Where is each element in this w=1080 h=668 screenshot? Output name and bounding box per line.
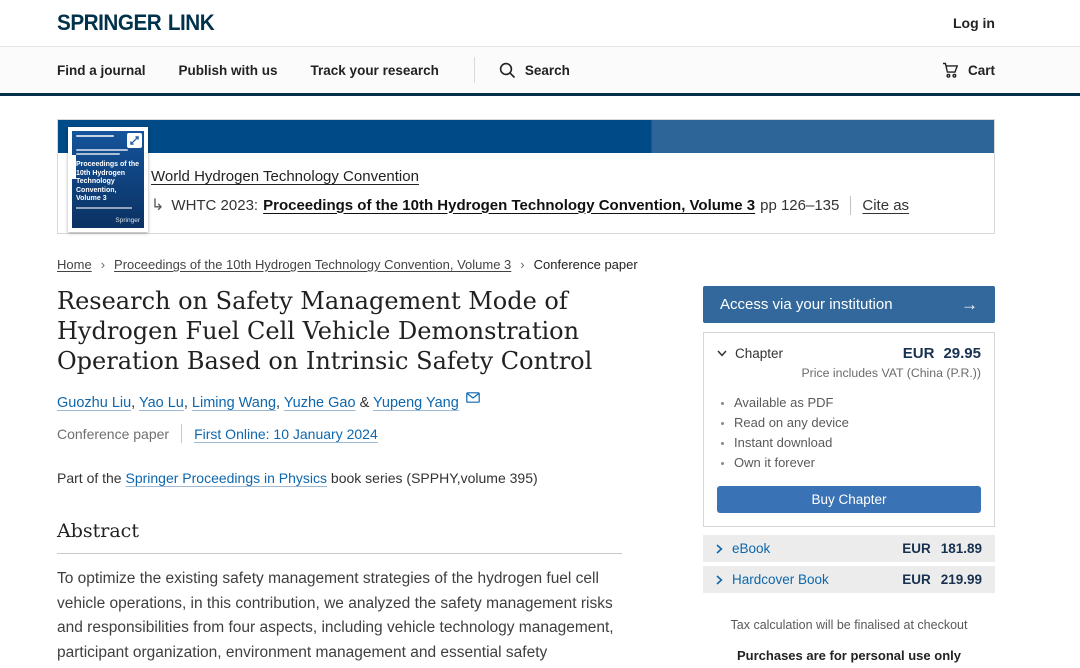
article-column: Research on Safety Management Mode of Hy… <box>57 286 622 668</box>
first-online-link[interactable]: First Online: 10 January 2024 <box>194 426 378 442</box>
nav-find-a-journal[interactable]: Find a journal <box>57 63 146 78</box>
book-cover-art: Proceedings of the 10th Hydrogen Technol… <box>72 131 144 228</box>
nav-divider <box>474 57 475 83</box>
chevron-down-icon <box>717 350 727 357</box>
chapter-amount: 29.95 <box>943 345 981 362</box>
cite-as-link[interactable]: Cite as <box>862 197 909 214</box>
abstract-rule <box>57 553 622 554</box>
cover-title: Proceedings of the 10th Hydrogen Technol… <box>76 161 140 204</box>
book-series-line: Part of the Springer Proceedings in Phys… <box>57 470 622 486</box>
logo-link: LINK <box>168 10 214 35</box>
hardcover-price: EUR 219.99 <box>902 572 982 587</box>
expand-cover-icon[interactable] <box>127 133 142 148</box>
author-link[interactable]: Yuzhe Gao <box>284 395 356 411</box>
search-button[interactable]: Search <box>499 62 570 79</box>
page-range: pp 126–135 <box>760 197 839 214</box>
hardcover-label: Hardcover Book <box>732 572 829 587</box>
tax-note: Tax calculation will be finalised at che… <box>703 618 995 632</box>
right-arrow-icon: → <box>961 295 978 315</box>
breadcrumb-chevron-icon: › <box>520 257 524 272</box>
nav-track-your-research[interactable]: Track your research <box>311 63 439 78</box>
paper-type-label: Conference paper <box>57 426 169 442</box>
cover-publisher: Springer <box>72 217 140 224</box>
hardcover-amount: 219.99 <box>941 572 982 587</box>
feature-item: Own it forever <box>734 453 981 473</box>
breadcrumb-book[interactable]: Proceedings of the 10th Hydrogen Technol… <box>114 257 511 272</box>
buy-chapter-button[interactable]: Buy Chapter <box>717 486 981 513</box>
hardcover-row[interactable]: Hardcover Book EUR 219.99 <box>703 566 995 593</box>
hardcover-currency: EUR <box>902 572 931 587</box>
chevron-right-icon <box>716 544 723 554</box>
series-prefix: Part of the <box>57 470 125 486</box>
chapter-features: Available as PDF Read on any device Inst… <box>734 393 981 473</box>
ebook-amount: 181.89 <box>941 541 982 556</box>
chapter-currency: EUR <box>903 345 935 362</box>
article-meta: Conference paper First Online: 10 Januar… <box>57 424 622 443</box>
email-icon[interactable] <box>462 391 480 407</box>
cover-spine-notch <box>72 155 76 179</box>
top-bar: SPRINGER LINK Log in <box>0 0 1080 47</box>
search-icon <box>499 62 516 79</box>
access-institution-button[interactable]: Access via your institution → <box>703 286 995 323</box>
logo-springer: SPRINGER <box>57 10 161 35</box>
breadcrumb-current: Conference paper <box>534 257 638 272</box>
series-suffix: book series (SPPHY,volume 395) <box>327 470 538 486</box>
breadcrumb-chevron-icon: › <box>101 257 105 272</box>
feature-item: Instant download <box>734 433 981 453</box>
ebook-label: eBook <box>732 541 770 556</box>
nav-publish-with-us[interactable]: Publish with us <box>179 63 278 78</box>
personal-use-note: Purchases are for personal use only <box>703 648 995 663</box>
chapter-price: EUR 29.95 <box>903 345 981 362</box>
author-link[interactable]: Yupeng Yang <box>373 395 459 411</box>
access-institution-label: Access via your institution <box>720 296 893 313</box>
conference-prefix: WHTC 2023: <box>171 197 258 214</box>
series-link[interactable]: World Hydrogen Technology Convention <box>151 168 419 185</box>
purchase-sidebar: Access via your institution → Chapter EU… <box>703 286 995 668</box>
chapter-purchase-card: Chapter EUR 29.95 Price includes VAT (Chi… <box>703 332 995 527</box>
cart-button[interactable]: Cart <box>942 62 995 79</box>
chapter-label: Chapter <box>735 346 783 361</box>
article-title: Research on Safety Management Mode of Hy… <box>57 286 617 376</box>
abstract-text: To optimize the existing safety manageme… <box>57 567 622 668</box>
banner-blue-strip <box>58 120 994 153</box>
abstract-heading: Abstract <box>57 520 622 542</box>
feature-item: Available as PDF <box>734 393 981 413</box>
book-banner: Proceedings of the 10th Hydrogen Technol… <box>57 119 995 234</box>
book-series-link[interactable]: Springer Proceedings in Physics <box>125 470 327 486</box>
cart-label: Cart <box>968 63 995 78</box>
breadcrumb: Home › Proceedings of the 10th Hydrogen … <box>57 257 1080 272</box>
ebook-row[interactable]: eBook EUR 181.89 <box>703 535 995 562</box>
feature-item: Read on any device <box>734 413 981 433</box>
main-nav: Find a journal Publish with us Track you… <box>0 47 1080 96</box>
search-label: Search <box>525 63 570 78</box>
book-cover-thumbnail[interactable]: Proceedings of the 10th Hydrogen Technol… <box>68 127 148 232</box>
login-link[interactable]: Log in <box>953 15 995 31</box>
chapter-collapse-toggle[interactable]: Chapter <box>717 345 783 362</box>
author-link[interactable]: Guozhu Liu <box>57 395 131 411</box>
proceedings-book-link[interactable]: Proceedings of the 10th Hydrogen Technol… <box>263 197 755 214</box>
cart-icon <box>942 62 960 79</box>
ebook-currency: EUR <box>902 541 931 556</box>
springerlink-logo[interactable]: SPRINGER LINK <box>57 10 214 36</box>
meta-divider <box>181 424 182 443</box>
author-link[interactable]: Yao Lu <box>139 395 184 411</box>
breadcrumb-home[interactable]: Home <box>57 257 92 272</box>
cover-subtitle-bar <box>76 207 132 209</box>
branch-arrow-icon: ↳ <box>151 195 164 215</box>
vat-note: Price includes VAT (China (P.R.)) <box>717 366 981 380</box>
author-link[interactable]: Liming Wang <box>192 395 276 411</box>
ebook-price: EUR 181.89 <box>902 541 982 556</box>
cite-divider <box>850 196 851 215</box>
chevron-right-icon <box>716 575 723 585</box>
author-list: Guozhu Liu, Yao Lu, Liming Wang, Yuzhe G… <box>57 391 622 411</box>
